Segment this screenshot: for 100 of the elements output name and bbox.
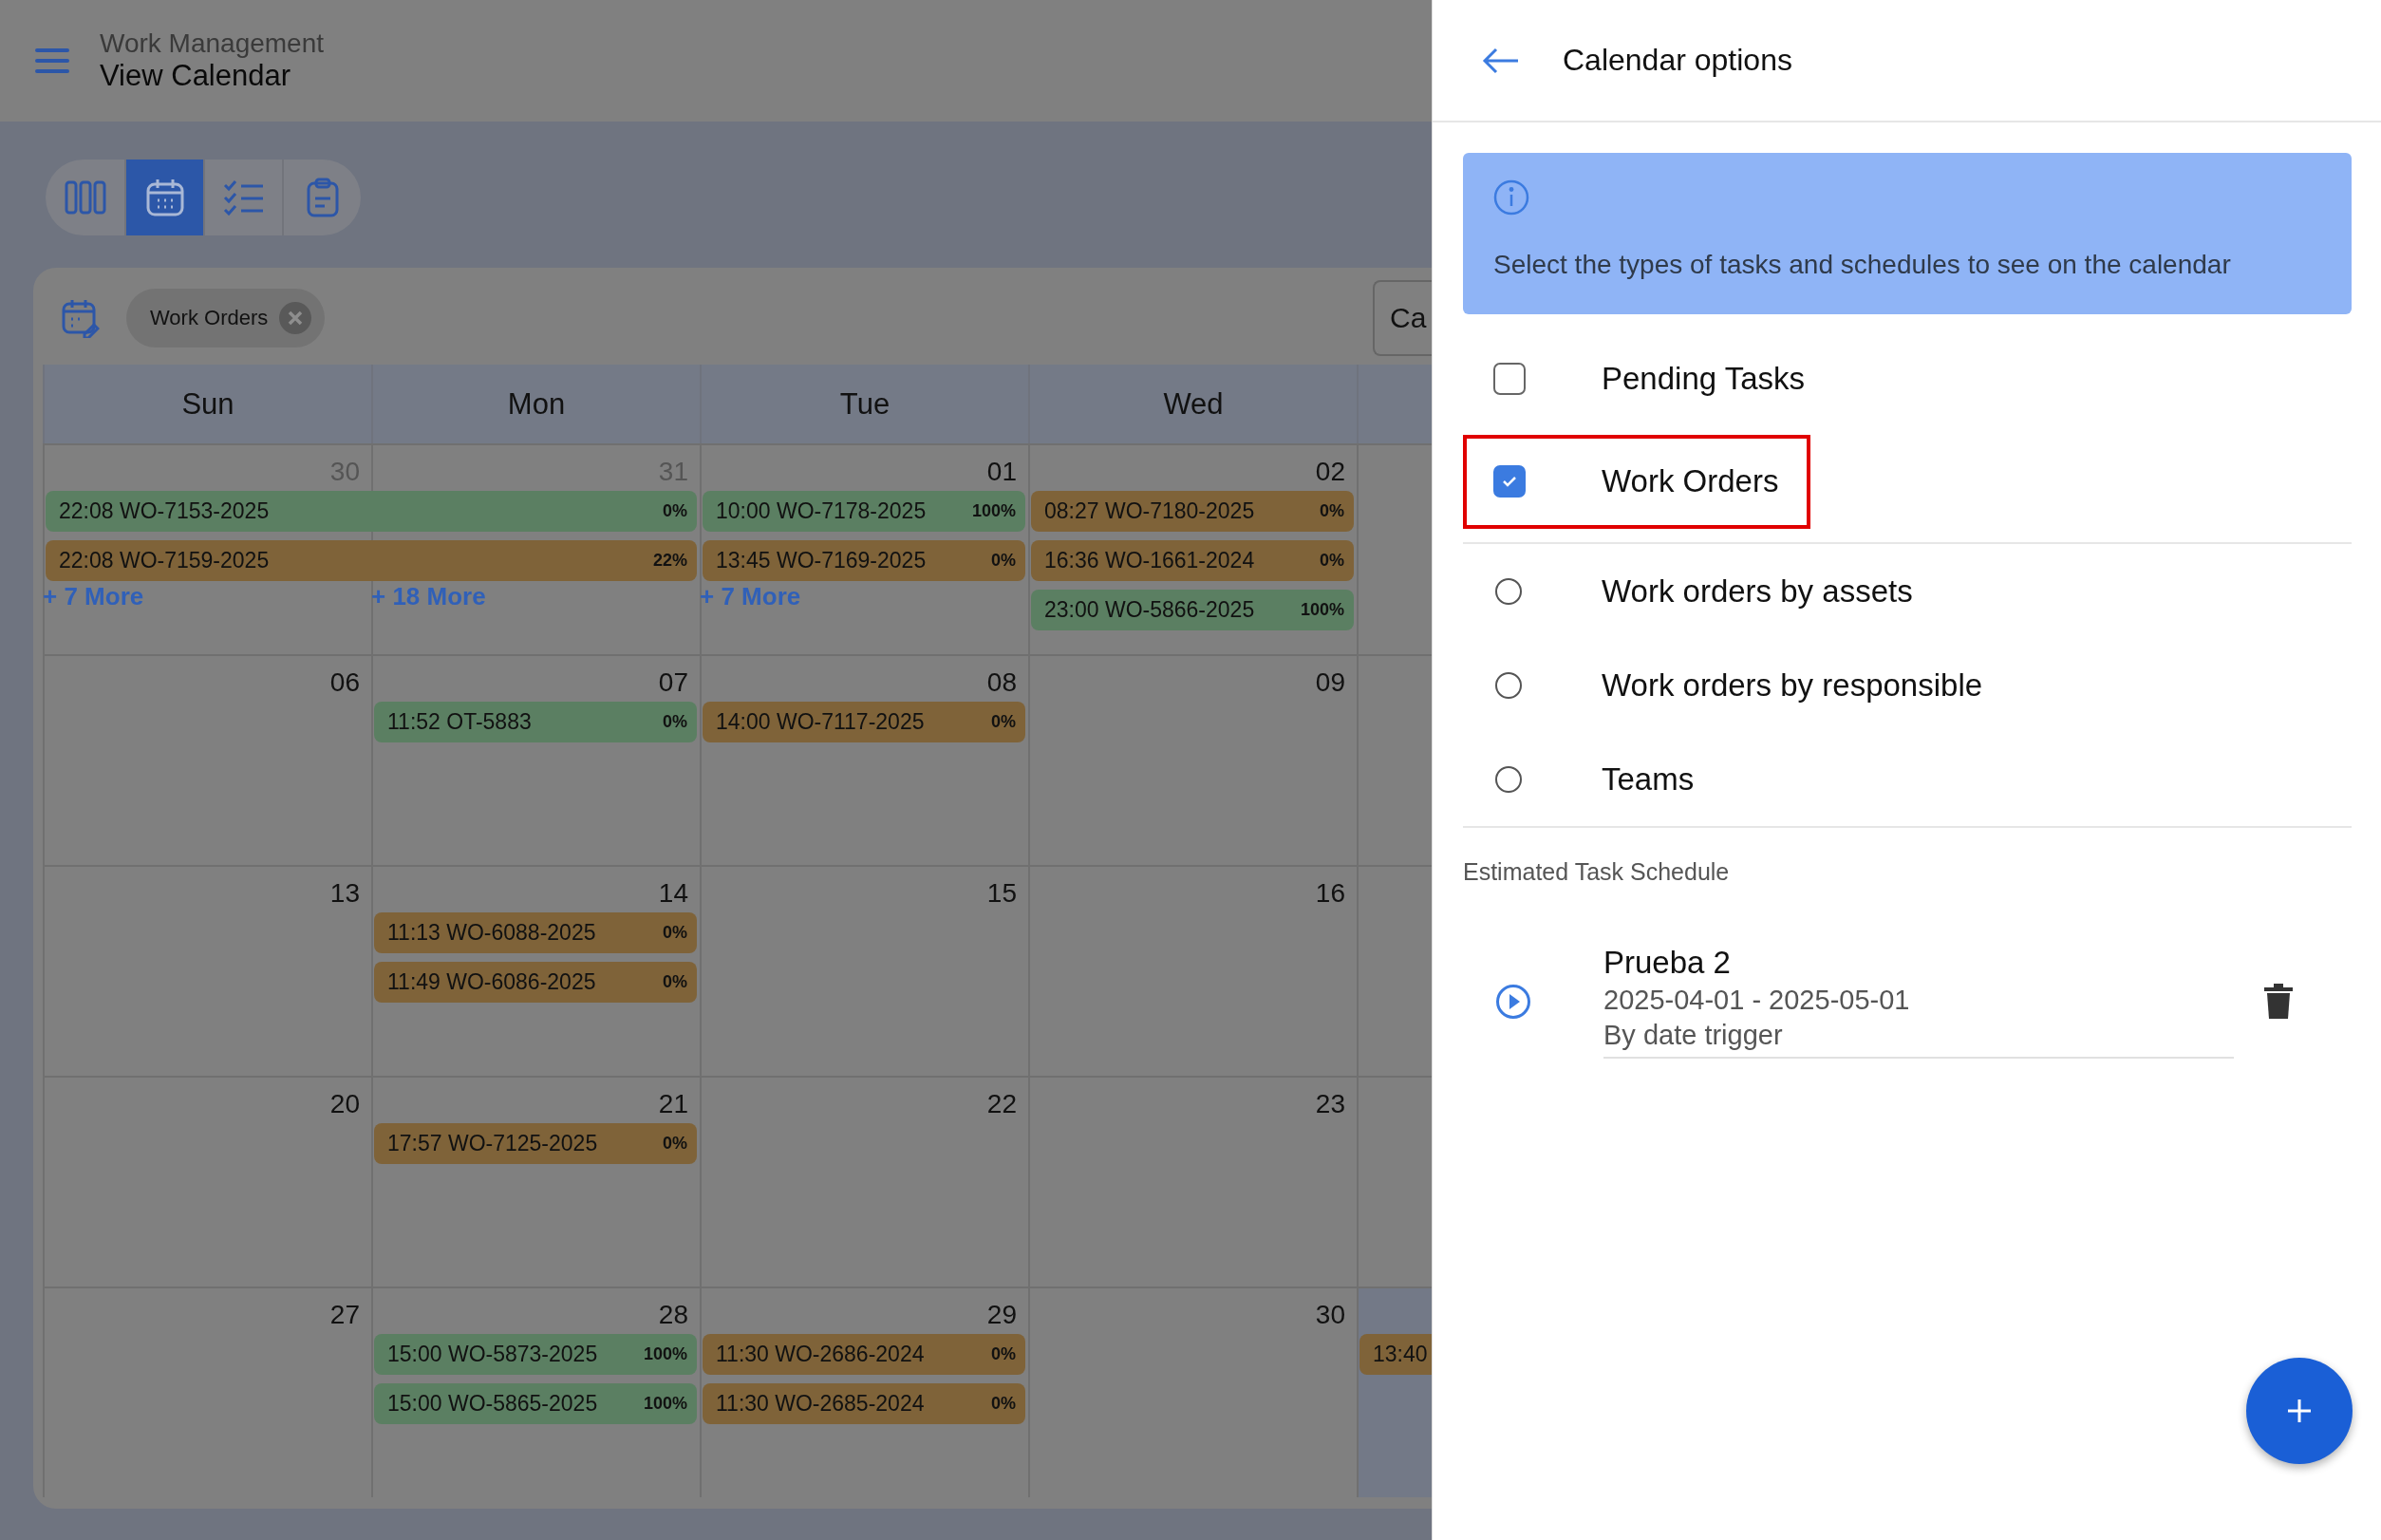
event-progress: 0% [663, 923, 687, 943]
event-title: 16:36 WO-1661-2024 [1044, 548, 1255, 573]
event-chip[interactable]: 16:36 WO-1661-2024 0% [1031, 540, 1354, 581]
schedule-name: Prueba 2 [1603, 945, 1732, 981]
section-heading: Estimated Task Schedule [1463, 858, 1731, 886]
event-progress: 100% [643, 1344, 687, 1364]
day-number: 22 [986, 1089, 1018, 1119]
checklist-icon [222, 179, 265, 216]
event-title: 08:27 WO-7180-2025 [1044, 498, 1255, 524]
radio-button[interactable] [1495, 577, 1522, 605]
day-number: 28 [658, 1300, 689, 1330]
day-number: 20 [329, 1089, 361, 1119]
remove-icon[interactable] [279, 302, 312, 334]
day-number: 02 [1315, 457, 1346, 487]
day-number: 01 [986, 457, 1018, 487]
page-title: View Calendar [100, 59, 292, 93]
option-label: Work Orders [1602, 463, 1779, 499]
event-chip[interactable]: 11:13 WO-6088-2025 0% [374, 912, 697, 953]
day-number: 15 [986, 878, 1018, 909]
option-label: Pending Tasks [1602, 361, 1806, 397]
calendar-button[interactable]: Ca [1373, 280, 1432, 356]
event-title: 17:57 WO-7125-2025 [387, 1131, 598, 1156]
checkbox[interactable] [1493, 363, 1526, 395]
event-chip[interactable]: 10:00 WO-7178-2025 100% [703, 491, 1025, 532]
info-icon [1493, 179, 1529, 216]
option-label: Work orders by responsible [1602, 667, 1983, 704]
event-title: 11:30 WO-2685-2024 [716, 1391, 925, 1417]
day-number: 21 [658, 1089, 689, 1119]
event-progress: 0% [663, 501, 687, 521]
event-chip[interactable]: 13:40 [1359, 1334, 1432, 1375]
add-button[interactable] [2246, 1358, 2353, 1464]
calendar-icon [144, 178, 185, 217]
day-number: 09 [1315, 667, 1346, 698]
event-chip[interactable]: 08:27 WO-7180-2025 0% [1031, 491, 1354, 532]
option-label: Teams [1602, 761, 1695, 798]
day-number: 06 [329, 667, 361, 698]
event-chip[interactable]: 15:00 WO-5865-2025 100% [374, 1383, 697, 1424]
view-button[interactable] [124, 160, 203, 235]
day-number: 23 [1315, 1089, 1346, 1119]
panel-title: Calendar options [1563, 43, 1792, 78]
event-progress: 22% [652, 551, 687, 571]
day-number: 08 [986, 667, 1018, 698]
event-progress: 0% [991, 1344, 1016, 1364]
day-number: 27 [329, 1300, 361, 1330]
event-chip[interactable]: 17:57 WO-7125-2025 0% [374, 1123, 697, 1164]
weekday-label: Mon [507, 386, 566, 422]
day-number: 13 [329, 878, 361, 909]
option-label: Work orders by assets [1602, 573, 1913, 610]
day-number: 16 [1315, 878, 1346, 909]
event-chip[interactable]: 23:00 WO-5866-2025 100% [1031, 590, 1354, 630]
event-progress: 0% [991, 1394, 1016, 1414]
event-title: 15:00 WO-5865-2025 [387, 1391, 598, 1417]
checkbox[interactable] [1493, 465, 1526, 498]
event-chip[interactable]: 11:30 WO-2685-2024 0% [703, 1383, 1025, 1424]
columns-icon [64, 180, 106, 215]
plus-icon [2286, 1398, 2313, 1424]
back-arrow-icon[interactable] [1482, 47, 1520, 74]
event-title: 14:00 WO-7117-2025 [716, 709, 925, 735]
radio-button[interactable] [1495, 671, 1522, 699]
event-title: 11:52 OT-5883 [387, 709, 532, 735]
breadcrumb: Work Management [100, 28, 325, 59]
event-chip[interactable]: 15:00 WO-5873-2025 100% [374, 1334, 697, 1375]
event-progress: 0% [1320, 551, 1344, 571]
event-progress: 0% [991, 551, 1016, 571]
weekday-label: Wed [1163, 386, 1224, 422]
event-title: 11:49 WO-6086-2025 [387, 969, 596, 995]
event-chip[interactable]: 14:00 WO-7117-2025 0% [703, 702, 1025, 742]
event-title: 15:00 WO-5873-2025 [387, 1342, 598, 1367]
weekday-label: Sun [181, 386, 234, 422]
play-icon[interactable] [1495, 984, 1531, 1020]
event-chip[interactable]: 11:49 WO-6086-2025 0% [374, 962, 697, 1003]
radio-button[interactable] [1495, 765, 1522, 793]
event-progress: 0% [663, 712, 687, 732]
event-chip[interactable]: 11:30 WO-2686-2024 0% [703, 1334, 1025, 1375]
schedule-trigger: By date trigger [1603, 1020, 1784, 1051]
day-number: 29 [986, 1300, 1018, 1330]
event-title: 11:13 WO-6088-2025 [387, 920, 596, 946]
info-text: Select the types of tasks and schedules to see on the calendar [1493, 250, 2231, 280]
event-progress: 100% [1300, 600, 1344, 620]
event-chip[interactable]: 22:08 WO-7153-2025 0% [46, 491, 697, 532]
event-progress: 100% [971, 501, 1016, 521]
event-progress: 0% [991, 712, 1016, 732]
event-chip[interactable]: 22:08 WO-7159-2025 22% [46, 540, 697, 581]
check-icon [1500, 474, 1519, 489]
event-progress: 0% [1320, 501, 1344, 521]
event-title: 13:45 WO-7169-2025 [716, 548, 927, 573]
event-title: 23:00 WO-5866-2025 [1044, 597, 1255, 623]
event-chip[interactable]: 11:52 OT-5883 0% [374, 702, 697, 742]
weekday-label: Tue [839, 386, 891, 422]
event-title: 11:30 WO-2686-2024 [716, 1342, 925, 1367]
event-progress: 0% [663, 972, 687, 992]
day-number: 30 [1315, 1300, 1346, 1330]
delete-icon[interactable] [2264, 984, 2293, 1020]
clipboard-icon [305, 178, 340, 217]
event-title: 10:00 WO-7178-2025 [716, 498, 927, 524]
event-progress: 100% [643, 1394, 687, 1414]
day-number: 07 [658, 667, 689, 698]
event-chip[interactable]: 13:45 WO-7169-2025 0% [703, 540, 1025, 581]
event-title: 13:40 [1373, 1342, 1428, 1367]
schedule-dates: 2025-04-01 - 2025-05-01 [1603, 985, 1911, 1016]
